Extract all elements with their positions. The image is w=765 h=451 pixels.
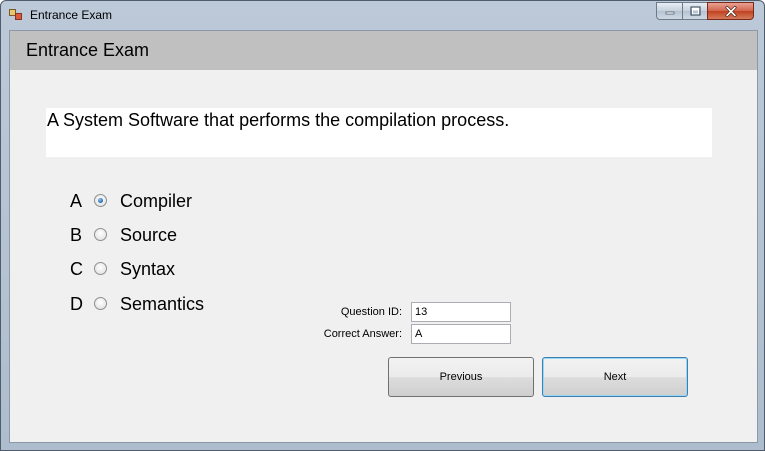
minimize-icon	[665, 11, 674, 15]
option-label[interactable]: Compiler	[120, 191, 192, 212]
next-button[interactable]: Next	[542, 357, 688, 397]
question-id-field[interactable]	[411, 302, 511, 322]
page-title: Entrance Exam	[26, 40, 150, 60]
close-button[interactable]	[707, 2, 754, 20]
option-d-radio[interactable]	[94, 297, 107, 310]
question-text: A System Software that performs the comp…	[47, 110, 510, 130]
caption-buttons	[656, 1, 762, 21]
maximize-icon	[690, 6, 700, 16]
option-b-radio[interactable]	[94, 228, 107, 241]
option-letter: A	[70, 191, 83, 211]
option-c-radio[interactable]	[94, 262, 107, 275]
option-letter: C	[70, 259, 83, 279]
minimize-button[interactable]	[656, 2, 683, 20]
option-letter: B	[70, 225, 83, 245]
window-title: Entrance Exam	[30, 8, 113, 22]
maximize-button[interactable]	[682, 2, 708, 20]
form-client-area: Entrance Exam A System Software that per…	[9, 30, 758, 443]
option-a-radio[interactable]	[94, 194, 107, 207]
option-letter: D	[70, 294, 83, 314]
app-window: Entrance Exam Entrance Exam A System Sof…	[0, 0, 765, 451]
correct-answer-label: Correct Answer:	[323, 328, 402, 340]
option-label[interactable]: Syntax	[120, 259, 175, 280]
question-box: A System Software that performs the comp…	[46, 108, 712, 157]
previous-button[interactable]: Previous	[388, 357, 534, 397]
title-bar[interactable]: Entrance Exam	[1, 1, 764, 30]
close-icon	[725, 5, 736, 17]
app-window-icon	[9, 9, 22, 20]
option-label[interactable]: Semantics	[120, 294, 204, 315]
header-band: Entrance Exam	[10, 31, 757, 70]
correct-answer-field[interactable]	[411, 324, 511, 344]
option-label[interactable]: Source	[120, 225, 177, 246]
question-id-label: Question ID:	[340, 306, 402, 318]
